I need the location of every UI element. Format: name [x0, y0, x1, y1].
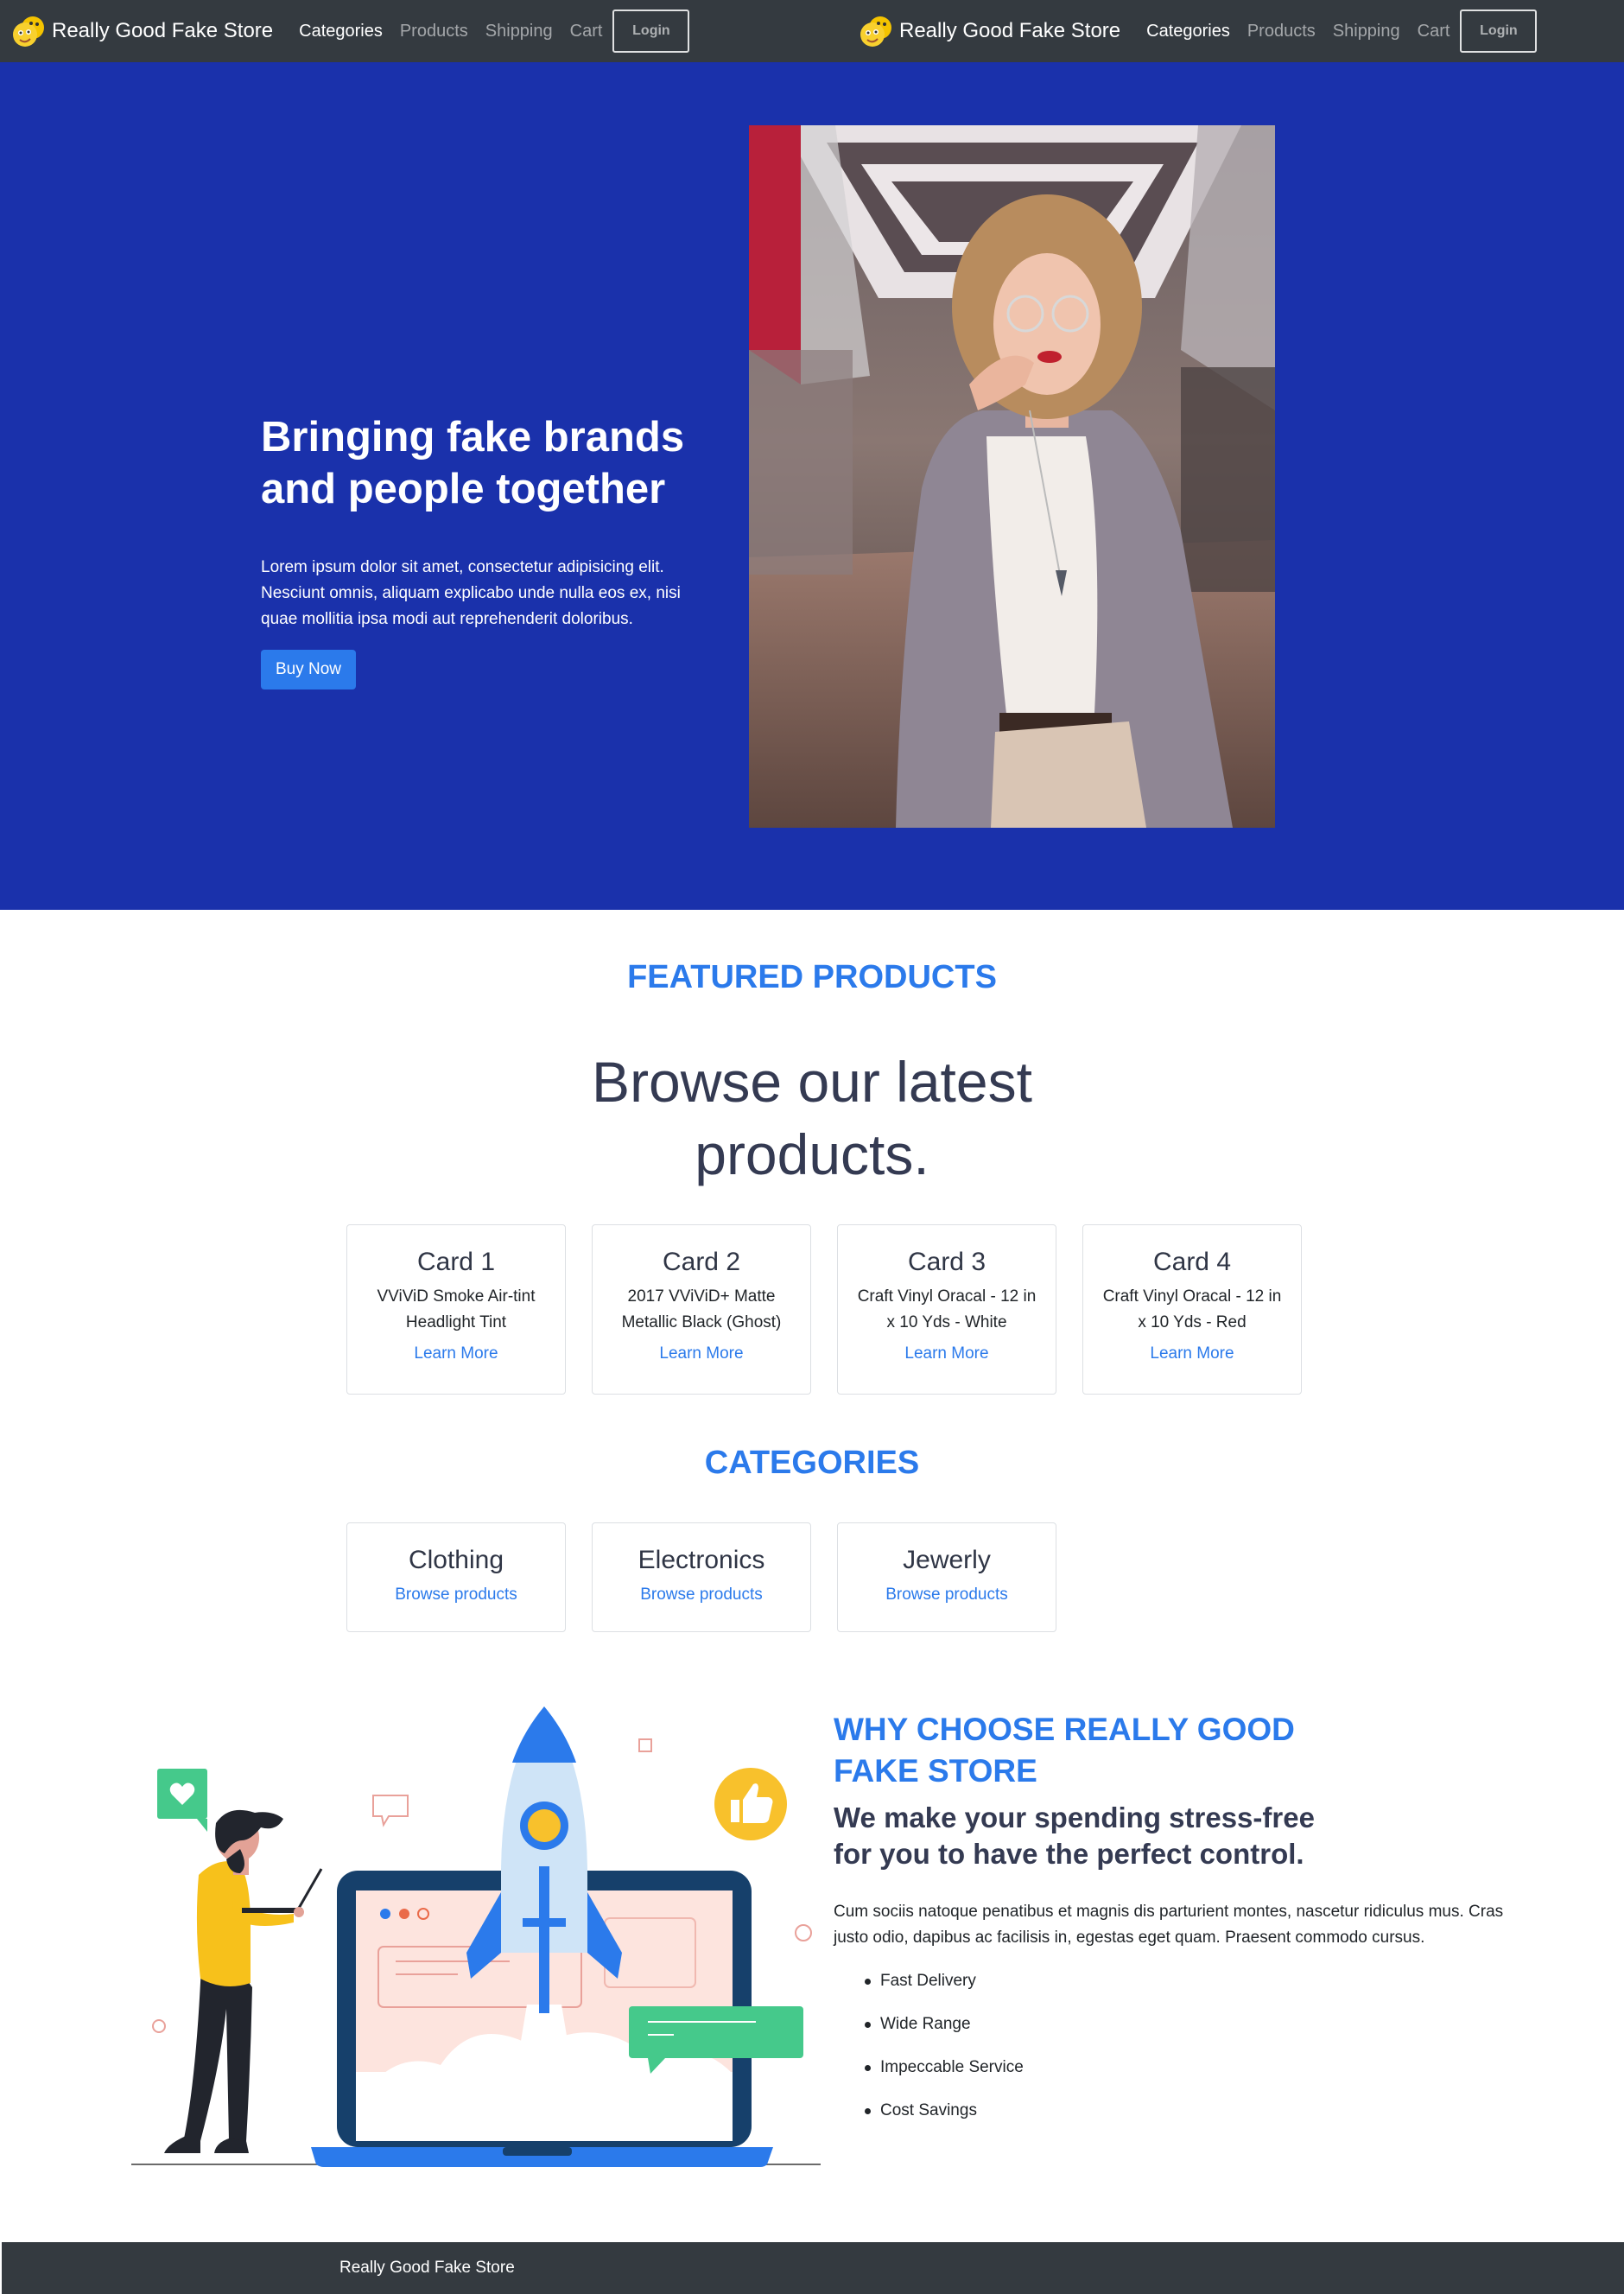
list-item: Cost Savings: [865, 2098, 1024, 2141]
browse-products-link[interactable]: Browse products: [593, 1585, 810, 1605]
card-title: Card 2: [662, 1248, 741, 1276]
card-text: VViViD Smoke Air-tint Headlight Tint: [377, 1287, 536, 1331]
why-list: Fast Delivery Wide Range Impeccable Serv…: [865, 1968, 1024, 2141]
footer-text: Really Good Fake Store: [339, 2259, 515, 2277]
featured-kicker: FEATURED PRODUCTS: [627, 959, 997, 995]
login-button[interactable]: Login: [1460, 10, 1538, 53]
browse-products-link[interactable]: Browse products: [838, 1585, 1056, 1605]
product-card-3: Card 3 Craft Vinyl Oracal - 12 in x 10 Y…: [837, 1224, 1056, 1395]
heart-icon: [157, 1769, 207, 1832]
brand-link[interactable]: Really Good Fake Store: [858, 12, 1120, 50]
why-subtitle: We make your spending stress-free for yo…: [834, 1802, 1315, 1870]
browse-title: Browse our latest products.: [592, 1050, 1032, 1186]
category-title: Electronics: [638, 1546, 765, 1574]
category-card-electronics: Electronics Browse products: [592, 1522, 811, 1632]
footer: Really Good Fake Store: [2, 2242, 1624, 2294]
buy-now-button[interactable]: Buy Now: [261, 650, 356, 689]
product-card-4: Card 4 Craft Vinyl Oracal - 12 in x 10 Y…: [1082, 1224, 1302, 1395]
nav-group-left: Really Good Fake Store Categories Produc…: [10, 0, 690, 62]
login-button[interactable]: Login: [612, 10, 690, 53]
learn-more-link[interactable]: Learn More: [1083, 1344, 1301, 1363]
store-logo-icon: [13, 16, 44, 47]
learn-more-link[interactable]: Learn More: [347, 1344, 565, 1363]
nav-link-products[interactable]: Products: [400, 22, 468, 41]
list-item: Fast Delivery: [865, 1968, 1024, 2011]
browse-products-link[interactable]: Browse products: [347, 1585, 565, 1605]
nav-group-right: Really Good Fake Store Categories Produc…: [858, 0, 1538, 62]
learn-more-link[interactable]: Learn More: [593, 1344, 810, 1363]
thumbs-up-icon: [714, 1768, 787, 1840]
card-text: 2017 VViViD+ Matte Metallic Black (Ghost…: [621, 1287, 782, 1331]
why-text: Cum sociis natoque penatibus et magnis d…: [834, 1903, 1504, 1947]
nav-link-shipping[interactable]: Shipping: [485, 22, 553, 41]
nav-link-categories[interactable]: Categories: [299, 22, 383, 41]
card-title: Card 3: [907, 1248, 986, 1276]
card-text: Craft Vinyl Oracal - 12 in x 10 Yds - Re…: [1102, 1287, 1282, 1331]
product-card-2: Card 2 2017 VViViD+ Matte Metallic Black…: [592, 1224, 811, 1395]
hero-section: Bringing fake brands and people together…: [0, 62, 1624, 910]
card-title: Card 4: [1152, 1248, 1232, 1276]
product-card-1: Card 1 VViViD Smoke Air-tint Headlight T…: [346, 1224, 566, 1395]
store-logo-icon: [860, 16, 891, 47]
hero-title: Bringing fake brands and people together: [261, 414, 685, 512]
brand-link[interactable]: Really Good Fake Store: [10, 12, 273, 50]
category-title: Jewerly: [903, 1546, 991, 1574]
category-title: Clothing: [408, 1546, 504, 1574]
nav-link-cart[interactable]: Cart: [570, 22, 603, 41]
nav-link-shipping[interactable]: Shipping: [1333, 22, 1400, 41]
category-card-jewelry: Jewerly Browse products: [837, 1522, 1056, 1632]
categories-kicker: CATEGORIES: [704, 1445, 920, 1481]
nav-link-cart[interactable]: Cart: [1418, 22, 1450, 41]
nav-link-categories[interactable]: Categories: [1146, 22, 1230, 41]
learn-more-link[interactable]: Learn More: [838, 1344, 1056, 1363]
hero-photo: [749, 125, 1275, 828]
top-navbar: Really Good Fake Store Categories Produc…: [0, 0, 1624, 62]
why-kicker: WHY CHOOSE REALLY GOOD FAKE STORE: [834, 1712, 1295, 1789]
hero-text: Lorem ipsum dolor sit amet, consectetur …: [261, 558, 681, 628]
rocket-illustration: [130, 1702, 825, 2169]
card-text: Craft Vinyl Oracal - 12 in x 10 Yds - Wh…: [857, 1287, 1037, 1331]
nav-link-products[interactable]: Products: [1247, 22, 1316, 41]
brand-name: Really Good Fake Store: [52, 19, 274, 42]
brand-name: Really Good Fake Store: [899, 19, 1121, 42]
category-card-clothing: Clothing Browse products: [346, 1522, 566, 1632]
card-title: Card 1: [416, 1248, 496, 1276]
list-item: Wide Range: [865, 2011, 1024, 2055]
list-item: Impeccable Service: [865, 2055, 1024, 2098]
